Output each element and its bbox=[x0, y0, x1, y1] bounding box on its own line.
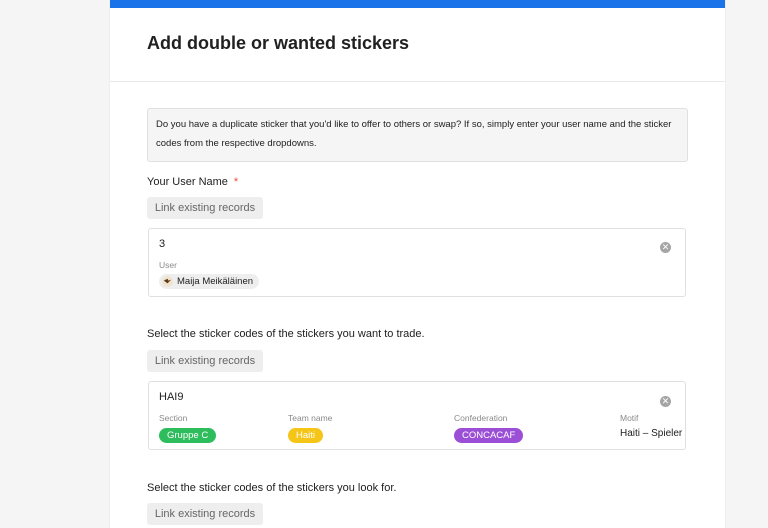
required-marker: * bbox=[233, 176, 239, 188]
user-avatar-icon bbox=[162, 276, 173, 287]
motif-column-label: Motif bbox=[620, 413, 639, 423]
link-existing-records-button-wanted[interactable]: Link existing records bbox=[147, 503, 263, 525]
wanted-stickers-label: Select the sticker codes of the stickers… bbox=[147, 482, 397, 494]
user-field-label: User bbox=[159, 260, 177, 270]
close-icon[interactable]: ✕ bbox=[660, 396, 671, 407]
confederation-badge: CONCACAF bbox=[454, 428, 524, 443]
motif-value-clip: Haiti – Spieler bbox=[620, 428, 684, 439]
form-card: Add double or wanted stickers Do you hav… bbox=[110, 0, 725, 528]
user-name-value: Maija Meikäläinen bbox=[177, 276, 254, 287]
divider bbox=[110, 81, 725, 82]
team-name-column-label: Team name bbox=[288, 413, 333, 423]
record-title: 3 bbox=[159, 238, 166, 250]
link-existing-records-button-user[interactable]: Link existing records bbox=[147, 197, 263, 219]
motif-value: Haiti – Spieler bbox=[620, 428, 683, 439]
form-accent-bar bbox=[110, 0, 725, 8]
linked-record-user[interactable]: 3 ✕ User Maija Meikäläinen bbox=[148, 228, 686, 297]
section-column-label: Section bbox=[159, 413, 188, 423]
team-badge: Haiti bbox=[288, 428, 324, 443]
user-name-label-text: Your User Name bbox=[147, 176, 228, 188]
record-title: HAI9 bbox=[159, 391, 184, 403]
user-name-label: Your User Name * bbox=[147, 176, 238, 188]
user-chip: Maija Meikäläinen bbox=[159, 274, 260, 289]
section-badge: Gruppe C bbox=[159, 428, 217, 443]
form-description: Do you have a duplicate sticker that you… bbox=[147, 108, 688, 162]
close-icon[interactable]: ✕ bbox=[660, 242, 671, 253]
link-existing-records-button-trade[interactable]: Link existing records bbox=[147, 350, 263, 372]
trade-stickers-label: Select the sticker codes of the stickers… bbox=[147, 328, 425, 340]
form-title: Add double or wanted stickers bbox=[147, 33, 410, 53]
confederation-column-label: Confederation bbox=[454, 413, 508, 423]
linked-record-sticker[interactable]: HAI9 ✕ Section Team name Confederation M… bbox=[148, 381, 686, 450]
